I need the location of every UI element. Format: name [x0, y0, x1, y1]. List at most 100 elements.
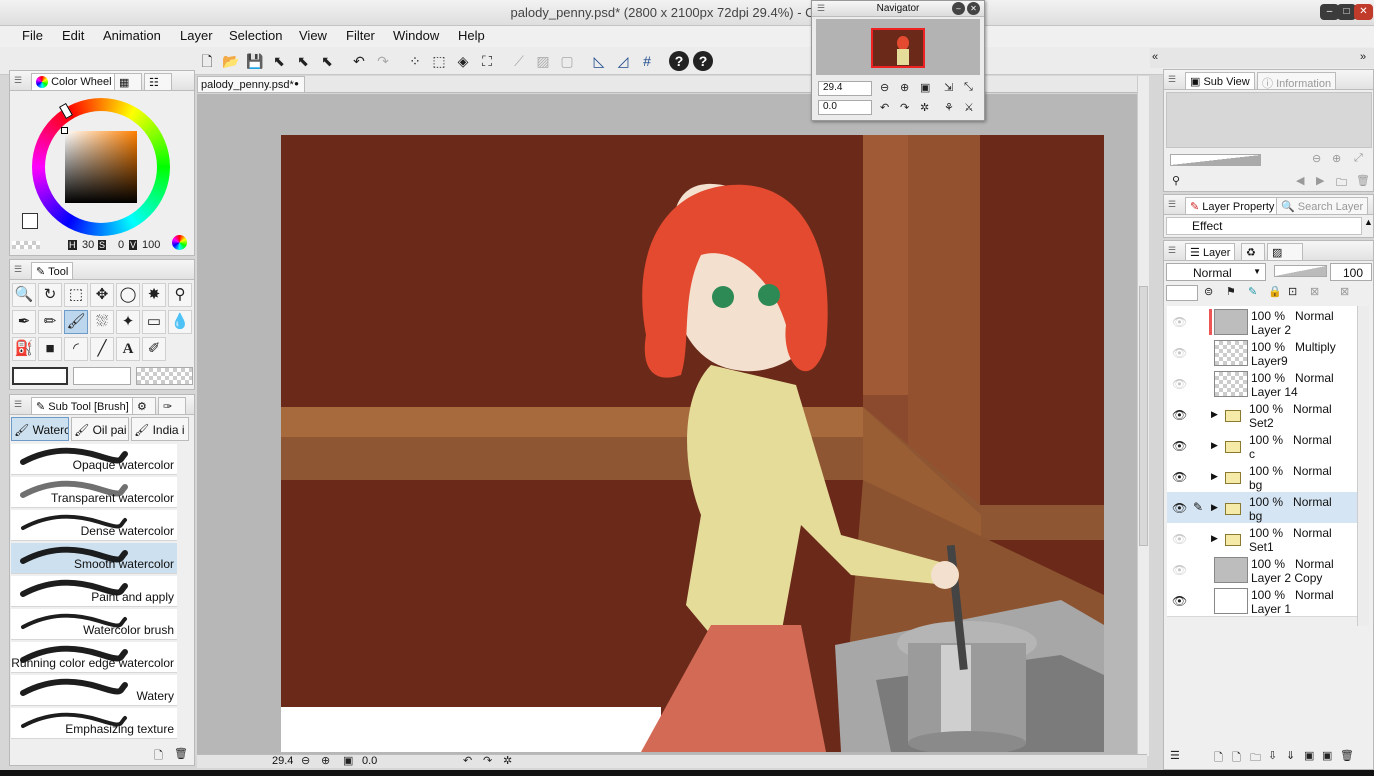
reset-rotation-icon[interactable]: ✲: [920, 101, 929, 114]
vscroll-thumb[interactable]: [1139, 286, 1148, 546]
menu-layer[interactable]: Layer: [180, 28, 213, 43]
rotate-tool-icon[interactable]: ↻: [38, 283, 62, 307]
menu-window[interactable]: Window: [393, 28, 439, 43]
reference-icon[interactable]: ⚑: [1226, 285, 1236, 298]
transparent-color-bar[interactable]: [136, 367, 193, 385]
main-color-bar[interactable]: [12, 367, 68, 385]
new-sub-tool-icon[interactable]: 🗋: [154, 747, 163, 766]
tone-icon[interactable]: ▨: [533, 51, 553, 71]
ruler-snap-icon[interactable]: ◺: [589, 51, 609, 71]
canvas-vertical-scrollbar[interactable]: [1137, 76, 1149, 756]
fill-icon[interactable]: ◈: [453, 51, 473, 71]
brush-item[interactable]: Transparent watercolor: [11, 477, 177, 508]
zoom-out-icon[interactable]: ⊖: [1312, 152, 1321, 165]
menu-help[interactable]: Help: [458, 28, 485, 43]
new-raster-layer-icon[interactable]: 🗋: [1214, 749, 1223, 768]
select-arrow3-icon[interactable]: ⬉: [317, 51, 337, 71]
brush-tool-icon[interactable]: 🖌: [64, 310, 88, 334]
layer-row[interactable]: 👁 100 % Normal Layer 2 Copy: [1167, 554, 1357, 586]
magic-wand-icon[interactable]: ✸: [142, 283, 166, 307]
brush-item[interactable]: Paint and apply: [11, 576, 177, 607]
decoration-tool-icon[interactable]: ✦: [116, 310, 140, 334]
new-vector-layer-icon[interactable]: 🗋: [1232, 749, 1241, 768]
eye-icon[interactable]: 👁: [1172, 501, 1187, 515]
select-arrow2-icon[interactable]: ⬉: [293, 51, 313, 71]
eye-icon[interactable]: 👁: [1172, 377, 1187, 391]
ruler-icon[interactable]: ⊠: [1340, 285, 1349, 298]
delete-sub-tool-icon[interactable]: 🗑: [174, 747, 188, 760]
tab-layer-extra[interactable]: ▨: [1267, 243, 1303, 260]
zoom-in-icon[interactable]: ⊕: [900, 81, 909, 94]
menu-edit[interactable]: Edit: [62, 28, 84, 43]
rotate-left-icon[interactable]: ↶: [880, 101, 889, 114]
opacity-field[interactable]: 100: [1330, 263, 1372, 281]
opacity-slider[interactable]: [1274, 265, 1327, 277]
special-ruler-icon[interactable]: ◿: [613, 51, 633, 71]
object-tool-icon[interactable]: ⬚: [64, 283, 88, 307]
save-icon[interactable]: 💾: [245, 51, 265, 71]
tab-sub-tool[interactable]: ✎ Sub Tool [Brush]: [31, 397, 134, 414]
airbrush-tool-icon[interactable]: ⛆: [90, 310, 114, 334]
scroll-up-icon[interactable]: ▲: [1364, 217, 1373, 227]
blend-mode-select[interactable]: Normal ▼: [1166, 263, 1266, 281]
brush-item[interactable]: Emphasizing texture: [11, 708, 177, 739]
zoom-out-icon[interactable]: ⊖: [880, 81, 889, 94]
pen-tool-icon[interactable]: ✒: [12, 310, 36, 334]
line-tool-icon[interactable]: ╱: [90, 337, 114, 361]
brush-item[interactable]: Opaque watercolor: [11, 444, 177, 475]
expression-color-select[interactable]: [1166, 285, 1198, 301]
fill-tool-icon[interactable]: ⛽: [12, 337, 36, 361]
eye-icon[interactable]: 👁: [1172, 408, 1187, 422]
delete-icon[interactable]: 🗑: [1356, 174, 1370, 187]
transparent-swatch[interactable]: [12, 241, 40, 249]
open-folder-icon[interactable]: 📂: [221, 51, 241, 71]
reset-rotate-icon[interactable]: ✲: [503, 754, 512, 767]
menu-file[interactable]: File: [22, 28, 43, 43]
navigator-rotation-field[interactable]: 0.0: [818, 100, 872, 115]
mask-apply-icon[interactable]: ▣: [1322, 749, 1332, 762]
panel-grip-icon[interactable]: ☰: [1168, 199, 1176, 210]
expand-icon[interactable]: ▶: [1211, 440, 1218, 451]
lasso-tool-icon[interactable]: ◯: [116, 283, 140, 307]
grid-snap-icon[interactable]: #: [637, 51, 657, 71]
layer-row[interactable]: 👁 100 % Normal Layer 1: [1167, 585, 1357, 617]
tab-layer-property[interactable]: ✎ Layer Property: [1185, 197, 1280, 214]
pencil-tool-icon[interactable]: ✏: [38, 310, 62, 334]
redo-icon[interactable]: ↷: [373, 51, 393, 71]
brush-item[interactable]: Running color edge watercolor: [11, 642, 177, 673]
clear-icon[interactable]: ⬚: [429, 51, 449, 71]
minimize-icon[interactable]: –: [952, 2, 965, 15]
tab-color-wheel[interactable]: Color Wheel: [31, 73, 117, 90]
zoom-tool-icon[interactable]: 🔍: [12, 283, 36, 307]
tab-information[interactable]: ⓘ Information: [1257, 72, 1337, 90]
layer-row[interactable]: 👁 100 % Normal Layer 14: [1167, 368, 1357, 400]
sub-tool-group-watercolor[interactable]: 🖌 Waterc: [11, 417, 69, 441]
rotate-right-icon[interactable]: ↷: [900, 101, 909, 114]
transfer-down-icon[interactable]: ⇩: [1268, 749, 1277, 762]
tab-tool-property[interactable]: ✑: [158, 397, 186, 414]
fit-icon[interactable]: ▣: [343, 754, 353, 767]
panel-grip-icon[interactable]: ☰: [1168, 245, 1176, 256]
mask-icon[interactable]: ⊠: [1310, 285, 1319, 298]
canvas-tab[interactable]: palody_penny.psd* ●: [197, 76, 305, 93]
tab-sub-view[interactable]: ▣ Sub View: [1185, 72, 1255, 89]
sv-cursor-icon[interactable]: [61, 127, 68, 134]
main-color-swatch[interactable]: [22, 213, 38, 229]
flip-icon[interactable]: ⚔: [964, 101, 974, 114]
layer-row[interactable]: 👁 ✎ ▶ 100 % Normal bg: [1167, 492, 1357, 524]
menu-animation[interactable]: Animation: [103, 28, 161, 43]
tab-layer[interactable]: ☰ Layer: [1185, 243, 1236, 260]
rotate-left-icon[interactable]: ↶: [463, 754, 472, 767]
panel-grip-icon[interactable]: ☰: [14, 75, 22, 86]
zoom-in-icon[interactable]: ⊕: [321, 754, 330, 767]
zoom-out-icon[interactable]: ⊖: [301, 754, 310, 767]
gradient-tool-icon[interactable]: ■: [38, 337, 62, 361]
tab-search-layer[interactable]: 🔍 Search Layer: [1276, 197, 1369, 214]
correct-line-tool-icon[interactable]: ✐: [142, 337, 166, 361]
clip-icon[interactable]: ⊜: [1204, 285, 1213, 298]
sub-tool-group-oil[interactable]: 🖌 Oil pai: [71, 417, 129, 441]
eye-icon[interactable]: 👁: [1172, 470, 1187, 484]
panel-grip-icon[interactable]: ☰: [14, 399, 22, 410]
select-all-icon[interactable]: ▢: [557, 51, 577, 71]
layer-row[interactable]: 👁 ▶ 100 % Normal Set1: [1167, 523, 1357, 555]
